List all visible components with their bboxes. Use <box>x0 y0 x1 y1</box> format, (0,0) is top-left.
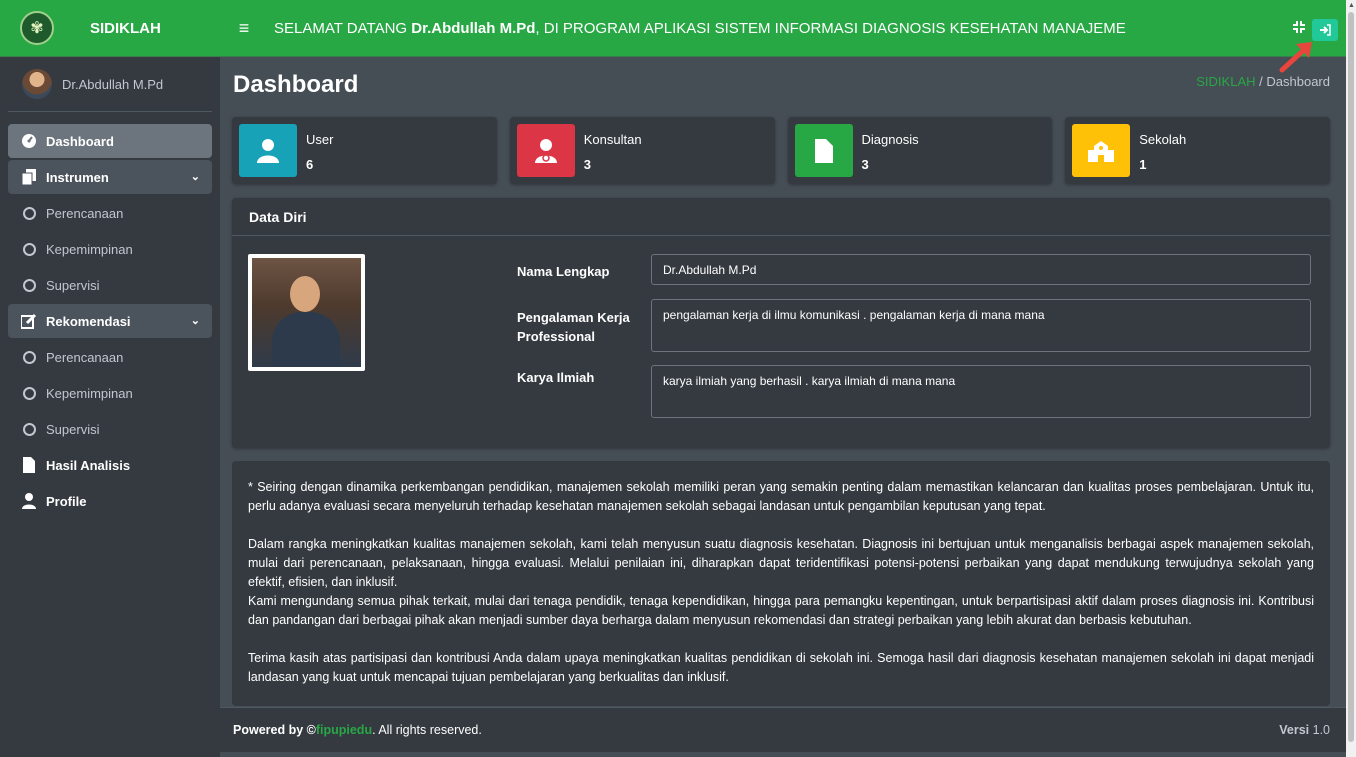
info-box-sekolah: Sekolah 1 <box>1065 117 1330 184</box>
sidebar-item-label: Supervisi <box>46 277 100 293</box>
sidebar-nav: Dashboard Instrumen ⌄ Perencanaan Kepemi… <box>0 112 220 532</box>
breadcrumb-current: Dashboard <box>1266 74 1330 89</box>
brand-logo-icon: ✾ <box>20 11 54 45</box>
user-name: Dr.Abdullah M.Pd <box>62 76 164 92</box>
sidebar-item-dashboard[interactable]: Dashboard <box>8 124 212 158</box>
sidebar-item-label: Instrumen <box>46 169 109 185</box>
brand-name: SIDIKLAH <box>90 19 161 37</box>
footer-rights: . All rights reserved. <box>372 723 482 737</box>
scroll-thumb[interactable] <box>1348 12 1354 742</box>
top-navbar: ≡ SELAMAT DATANG Dr.Abdullah M.Pd, DI PR… <box>220 0 1346 57</box>
profile-photo <box>248 254 365 371</box>
sidebar-item-rekomendasi[interactable]: Rekomendasi ⌄ <box>8 304 212 338</box>
sidebar-item-instrumen-supervisi[interactable]: Supervisi <box>8 268 212 302</box>
info-box-user: User 6 <box>232 117 497 184</box>
info-box-label: Diagnosis <box>861 132 919 147</box>
sidebar-item-label: Perencanaan <box>46 205 124 221</box>
sidebar-item-label: Kepemimpinan <box>46 241 133 257</box>
sidebar-item-rekomendasi-kepemimpinan[interactable]: Kepemimpinan <box>8 376 212 410</box>
sidebar-item-label: Hasil Analisis <box>46 457 131 473</box>
circle-icon <box>20 206 38 220</box>
info-paragraph: Terima kasih atas partisipasi dan kontri… <box>248 651 1314 684</box>
nama-lengkap-label: Nama Lengkap <box>517 264 610 279</box>
sidebar-item-hasil-analisis[interactable]: Hasil Analisis <box>8 448 212 482</box>
info-text-card: * Seiring dengan dinamika perkembangan p… <box>232 461 1330 706</box>
content-wrapper: Dashboard SIDIKLAH / Dashboard User 6 Ko… <box>220 57 1346 757</box>
data-diri-card: Data Diri Nama Lengkap Dr.Abdullah M.Pd … <box>232 198 1330 448</box>
circle-icon <box>20 422 38 436</box>
welcome-prefix: SELAMAT DATANG <box>274 19 412 37</box>
info-box-value: 3 <box>583 157 591 172</box>
sidebar-item-instrumen-kepemimpinan[interactable]: Kepemimpinan <box>8 232 212 266</box>
tachometer-icon <box>20 133 38 149</box>
edit-icon <box>20 313 38 329</box>
version-value: 1.0 <box>1309 723 1330 737</box>
card-title: Data Diri <box>232 198 1330 236</box>
pengalaman-label-line-2: Professional <box>517 329 596 344</box>
file-icon <box>794 124 853 177</box>
brand-link[interactable]: ✾ SIDIKLAH <box>0 0 220 57</box>
sidebar-item-label: Rekomendasi <box>46 313 131 329</box>
info-paragraph: Kami mengundang semua pihak terkait, mul… <box>248 594 1314 627</box>
sidebar-item-label: Kepemimpinan <box>46 385 133 401</box>
info-box-diagnosis: Diagnosis 3 <box>787 117 1053 184</box>
footer-brand-link[interactable]: fipupiedu <box>316 723 372 737</box>
page-scrollbar[interactable]: ▲ <box>1346 0 1356 757</box>
sidebar-item-label: Supervisi <box>46 421 100 437</box>
circle-icon <box>20 278 38 292</box>
footer-powered: Powered by © <box>233 723 316 737</box>
sidebar-item-instrumen[interactable]: Instrumen ⌄ <box>8 160 212 194</box>
circle-icon <box>20 350 38 364</box>
karya-ilmiah-label: Karya Ilmiah <box>517 370 595 385</box>
breadcrumb-home-link[interactable]: SIDIKLAH <box>1196 74 1255 89</box>
info-box-label: Sekolah <box>1139 132 1187 147</box>
page-title: Dashboard <box>233 71 359 98</box>
info-box-value: 6 <box>306 157 314 172</box>
sidebar-item-rekomendasi-supervisi[interactable]: Supervisi <box>8 412 212 446</box>
version-label: Versi <box>1279 723 1310 737</box>
doctor-icon <box>516 124 575 177</box>
sidebar-item-profile[interactable]: Profile <box>8 484 212 518</box>
user-icon <box>20 493 38 509</box>
info-box-value: 3 <box>861 157 869 172</box>
karya-ilmiah-textarea[interactable]: karya ilmiah yang berhasil . karya ilmia… <box>651 365 1311 418</box>
avatar <box>22 69 52 99</box>
welcome-suffix: , DI PROGRAM APLIKASI SISTEM INFORMASI D… <box>535 19 1126 37</box>
stats-cards: User 6 Konsultan 3 Diagnosis 3 Sekolah 1 <box>232 117 1330 184</box>
footer-version: Versi 1.0 <box>1279 723 1330 737</box>
chevron-down-icon: ⌄ <box>190 171 200 183</box>
welcome-marquee: SELAMAT DATANG Dr.Abdullah M.Pd, DI PROG… <box>274 20 1126 37</box>
file-icon <box>20 457 38 473</box>
sidebar-item-instrumen-perencanaan[interactable]: Perencanaan <box>8 196 212 230</box>
breadcrumb-separator: / <box>1259 74 1263 89</box>
sidebar-item-label: Dashboard <box>46 133 114 149</box>
sign-out-icon <box>1320 24 1331 36</box>
info-paragraph: Dalam rangka meningkatkan kualitas manaj… <box>248 537 1314 589</box>
sidebar: ✾ SIDIKLAH Dr.Abdullah M.Pd Dashboard In… <box>0 0 220 757</box>
pengalaman-kerja-textarea[interactable]: pengalaman kerja di ilmu komunikasi . pe… <box>651 299 1311 352</box>
school-icon <box>1072 124 1131 177</box>
info-box-value: 1 <box>1139 157 1147 172</box>
sidebar-item-label: Profile <box>46 493 87 509</box>
pengalaman-label-line-1: Pengalaman Kerja <box>517 310 630 325</box>
info-box-label: Konsultan <box>583 132 642 147</box>
breadcrumb: SIDIKLAH / Dashboard <box>1196 74 1330 89</box>
chevron-down-icon: ⌄ <box>190 315 200 327</box>
sidebar-item-label: Perencanaan <box>46 349 124 365</box>
circle-icon <box>20 242 38 256</box>
nama-lengkap-field[interactable]: Dr.Abdullah M.Pd <box>651 254 1311 285</box>
info-box-konsultan: Konsultan 3 <box>509 117 775 184</box>
sidebar-item-rekomendasi-perencanaan[interactable]: Perencanaan <box>8 340 212 374</box>
menu-toggle-icon[interactable]: ≡ <box>226 18 262 39</box>
main-footer: Powered by © fipupiedu. All rights reser… <box>220 707 1346 752</box>
info-paragraph: * Seiring dengan dinamika perkembangan p… <box>248 480 1314 513</box>
pengalaman-kerja-label: Pengalaman Kerja Professional <box>517 308 630 346</box>
info-box-label: User <box>306 132 334 147</box>
circle-icon <box>20 386 38 400</box>
welcome-name: Dr.Abdullah M.Pd <box>411 19 536 37</box>
copy-icon <box>20 169 38 185</box>
user-icon <box>239 124 297 177</box>
user-panel[interactable]: Dr.Abdullah M.Pd <box>8 57 212 112</box>
scroll-up-icon[interactable]: ▲ <box>1348 2 1355 9</box>
